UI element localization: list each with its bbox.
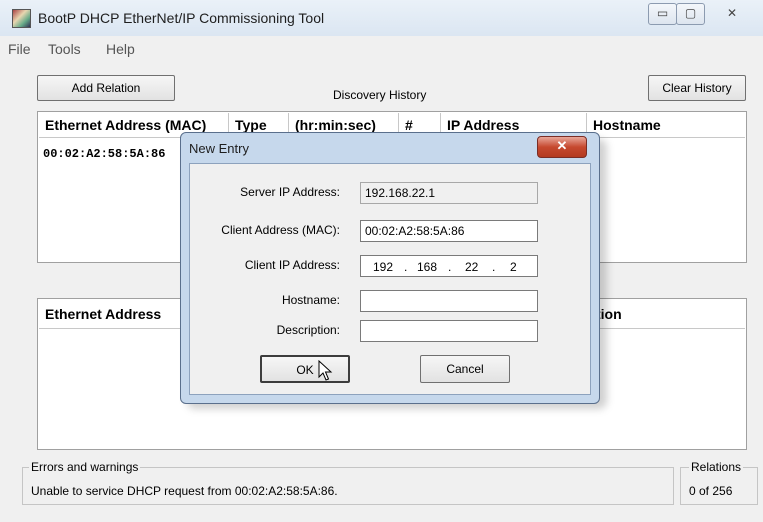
minimize-icon: ▭ bbox=[656, 6, 669, 20]
ok-label: OK bbox=[296, 363, 314, 377]
client-mac-field[interactable] bbox=[360, 220, 538, 242]
ip-octet-2[interactable]: 168 bbox=[417, 259, 437, 275]
maximize-icon: ▢ bbox=[684, 6, 697, 20]
menu-tools[interactable]: Tools bbox=[48, 41, 81, 57]
ip-dot: . bbox=[492, 260, 496, 274]
window-title: BootP DHCP EtherNet/IP Commissioning Too… bbox=[38, 10, 325, 26]
title-bar[interactable]: BootP DHCP EtherNet/IP Commissioning Too… bbox=[0, 0, 763, 36]
client-mac-label: Client Address (MAC): bbox=[221, 223, 340, 237]
description-field[interactable] bbox=[360, 320, 538, 342]
ok-button[interactable]: OK bbox=[260, 355, 350, 383]
row-mac: 00:02:A2:58:5A:86 bbox=[43, 147, 166, 161]
client-ip-label: Client IP Address: bbox=[244, 258, 340, 272]
close-icon: ✕ bbox=[556, 138, 568, 153]
menu-file[interactable]: File bbox=[8, 41, 31, 57]
relations-label: Relations bbox=[689, 460, 744, 474]
ip-dot: . bbox=[404, 260, 408, 274]
dialog-body: Server IP Address: Client Address (MAC):… bbox=[189, 163, 591, 395]
ip-octet-1[interactable]: 192 bbox=[373, 259, 393, 275]
menu-help[interactable]: Help bbox=[106, 41, 135, 57]
errors-group: Errors and warnings Unable to service DH… bbox=[22, 460, 674, 505]
ip-dot: . bbox=[448, 260, 452, 274]
discovery-history-label: Discovery History bbox=[333, 88, 427, 102]
errors-label: Errors and warnings bbox=[29, 460, 141, 474]
ip-octet-3[interactable]: 22 bbox=[465, 259, 478, 275]
errors-text: Unable to service DHCP request from 00:0… bbox=[31, 484, 338, 498]
clear-history-button[interactable]: Clear History bbox=[648, 75, 746, 101]
close-button[interactable]: ✕ bbox=[704, 3, 760, 25]
add-relation-button[interactable]: Add Relation bbox=[37, 75, 175, 101]
cancel-button[interactable]: Cancel bbox=[420, 355, 510, 383]
app-icon bbox=[12, 9, 31, 28]
relations-count: 0 of 256 bbox=[689, 484, 733, 498]
rel-col-description[interactable]: tion bbox=[589, 300, 747, 328]
menu-bar: File Tools Help bbox=[0, 37, 763, 61]
hostname-label: Hostname: bbox=[281, 293, 340, 307]
maximize-button[interactable]: ▢ bbox=[676, 3, 705, 25]
relations-group: Relations 0 of 256 bbox=[680, 460, 758, 505]
dialog-title: New Entry bbox=[189, 141, 249, 156]
close-icon: ✕ bbox=[726, 6, 738, 20]
dialog-close-button[interactable]: ✕ bbox=[537, 136, 587, 158]
minimize-button[interactable]: ▭ bbox=[648, 3, 677, 25]
server-ip-field bbox=[360, 182, 538, 204]
server-ip-label: Server IP Address: bbox=[240, 185, 340, 199]
mouse-cursor-icon bbox=[318, 360, 333, 381]
new-entry-dialog: New Entry ✕ Server IP Address: Client Ad… bbox=[180, 132, 600, 404]
description-label: Description: bbox=[276, 323, 340, 337]
hostname-field[interactable] bbox=[360, 290, 538, 312]
col-hostname[interactable]: Hostname bbox=[587, 113, 747, 137]
rel-col-ethernet-address[interactable]: Ethernet Address bbox=[39, 300, 199, 328]
client-ip-field[interactable]: 192 . 168 . 22 . 2 bbox=[360, 255, 538, 277]
ip-octet-4[interactable]: 2 bbox=[510, 259, 517, 275]
